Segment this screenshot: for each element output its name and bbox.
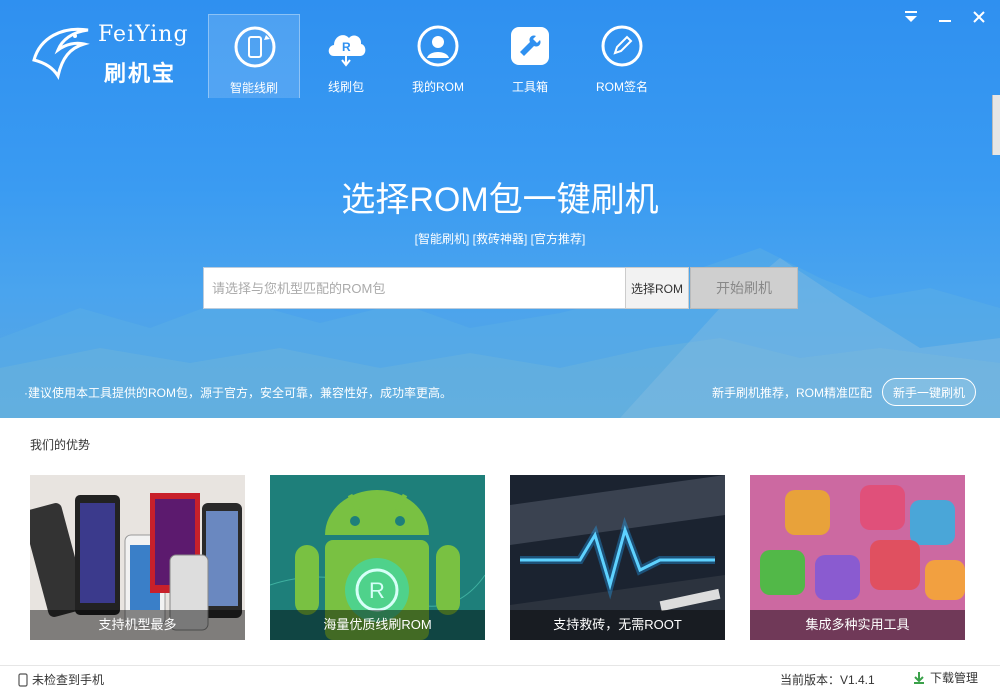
card-caption: 支持救砖，无需ROOT — [510, 610, 725, 640]
cloud-download-icon: R — [328, 35, 366, 67]
card-caption: 集成多种实用工具 — [750, 610, 965, 640]
user-icon — [417, 25, 459, 67]
card-caption: 海量优质线刷ROM — [270, 610, 485, 640]
tab-my-rom[interactable]: 我的ROM — [392, 14, 484, 98]
tab-label: ROM签名 — [596, 80, 648, 94]
tab-label: 工具箱 — [511, 80, 548, 94]
tab-label: 智能线刷 — [229, 81, 278, 95]
rom-tip: ·建议使用本工具提供的ROM包，源于官方，安全可靠，兼容性好，成功率更高。 — [24, 386, 452, 400]
minimize-icon[interactable] — [936, 8, 954, 26]
version-label: 当前版本：V1.4.1 — [780, 673, 875, 687]
phone-icon — [18, 672, 28, 687]
tab-toolbox[interactable]: 工具箱 — [484, 14, 576, 98]
hero-title: 选择ROM包一键刷机 — [341, 181, 659, 219]
newbie-flash-button[interactable]: 新手一键刷机 — [881, 378, 976, 406]
scrollbar-fragment — [992, 95, 1000, 155]
tab-rom-sign[interactable]: ROM签名 — [576, 14, 668, 98]
brand-name-cn: 刷机宝 — [104, 61, 177, 86]
svg-text:R: R — [369, 578, 385, 603]
phone-refresh-icon — [234, 26, 276, 68]
main-nav: 智能线刷 R 线刷包 我的ROM 工具箱 ROM签名 — [208, 14, 668, 98]
rom-path-input[interactable] — [203, 267, 625, 309]
phone-status-text: 未检查到手机 — [32, 673, 105, 687]
download-icon — [914, 671, 924, 684]
select-rom-button[interactable]: 选择ROM — [625, 267, 689, 309]
tab-label: 我的ROM — [412, 80, 464, 94]
advantage-card-unbrick[interactable]: 支持救砖，无需ROOT — [510, 475, 725, 640]
start-flash-button[interactable]: 开始刷机 — [690, 267, 798, 309]
advantage-card-rom[interactable]: R 海量优质线刷ROM — [270, 475, 485, 640]
card-caption: 支持机型最多 — [30, 610, 245, 640]
tab-smart-flash[interactable]: 智能线刷 — [208, 14, 300, 98]
tab-label: 线刷包 — [327, 80, 364, 94]
hero-tags: [智能刷机] [救砖神器] [官方推荐] — [414, 232, 586, 246]
pen-icon — [601, 25, 643, 67]
download-manager-label: 下载管理 — [930, 671, 979, 685]
tab-rom-package[interactable]: R 线刷包 — [300, 14, 392, 98]
advantage-card-tools[interactable]: 集成多种实用工具 — [750, 475, 965, 640]
rom-select-row: 选择ROM 开始刷机 — [203, 267, 798, 309]
window-controls — [902, 8, 988, 26]
hero-banner: FeiYing 刷机宝 智能线刷 R 线刷包 我的ROM 工具箱 ROM签名 选… — [0, 0, 1000, 418]
newbie-tip: 新手刷机推荐，ROM精准匹配 — [712, 386, 872, 400]
phone-connection-status: 未检查到手机 — [18, 671, 104, 688]
advantage-card-devices[interactable]: 支持机型最多 — [30, 475, 245, 640]
menu-dropdown-icon[interactable] — [902, 8, 920, 26]
close-icon[interactable] — [970, 8, 988, 26]
app-window: FeiYing 刷机宝 智能线刷 R 线刷包 我的ROM 工具箱 ROM签名 选… — [0, 0, 1000, 700]
svg-text:R: R — [342, 40, 351, 54]
brand-name: FeiYing — [98, 22, 189, 47]
advantages-list: 支持机型最多 R 海量优质线刷ROM 支持救砖，无需ROOT 集成多种实用工具 — [30, 475, 965, 640]
download-manager-link[interactable]: 下载管理 — [912, 669, 978, 686]
bird-logo-icon — [32, 27, 90, 80]
wrench-icon — [511, 27, 549, 65]
app-logo: FeiYing 刷机宝 — [28, 18, 198, 88]
status-bar: 未检查到手机 当前版本：V1.4.1 下载管理 — [0, 665, 1000, 700]
advantages-title: 我们的优势 — [30, 438, 91, 452]
